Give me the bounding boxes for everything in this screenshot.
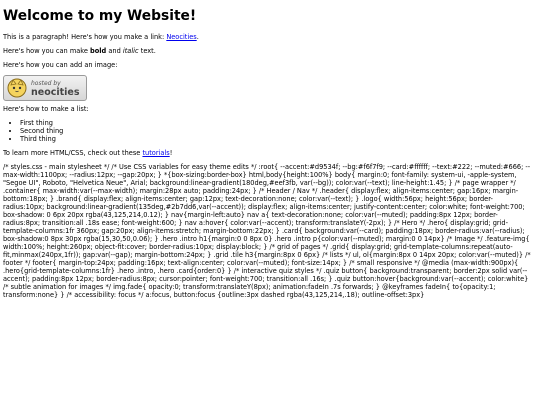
badge-brand-label: neocities <box>31 87 80 98</box>
stylesheet-text: /* styles.css - main stylesheet */ /* Us… <box>3 163 531 299</box>
learn-more-text: To learn more HTML/CSS, check out these <box>3 149 143 157</box>
intro-paragraph: This is a paragraph! Here's how you make… <box>3 33 537 41</box>
learn-more-end: ! <box>169 149 173 157</box>
italic-text: italic <box>122 47 139 55</box>
tutorials-link[interactable]: tutorials <box>142 149 169 157</box>
things-list: First thing Second thing Third thing <box>3 119 537 143</box>
formatting-paragraph: Here's how you can make bold and italic … <box>3 47 537 55</box>
page-title: Welcome to my Website! <box>3 8 197 24</box>
badge-text: hosted by neocities <box>31 79 80 97</box>
hosted-by-neocities-badge[interactable]: hosted by neocities <box>3 75 87 101</box>
intro-text: This is a paragraph! Here's how you make… <box>3 33 167 41</box>
neocities-cat-icon <box>7 78 27 98</box>
bold-text: bold <box>90 47 107 55</box>
learn-more-paragraph: To learn more HTML/CSS, check out these … <box>3 149 537 157</box>
list-item: First thing <box>20 119 537 127</box>
formatting-post: text. <box>138 47 156 55</box>
list-item: Second thing <box>20 127 537 135</box>
list-paragraph: Here's how to make a list: <box>3 105 89 113</box>
formatting-pre: Here's how you can make <box>3 47 91 55</box>
list-item: Third thing <box>20 135 537 143</box>
intro-end: . <box>196 33 199 41</box>
neocities-link[interactable]: Neocities <box>166 33 196 41</box>
formatting-mid: and <box>106 47 123 55</box>
image-paragraph: Here's how you can add an image: <box>3 61 118 69</box>
page-content: Welcome to my Website! This is a paragra… <box>0 8 540 299</box>
